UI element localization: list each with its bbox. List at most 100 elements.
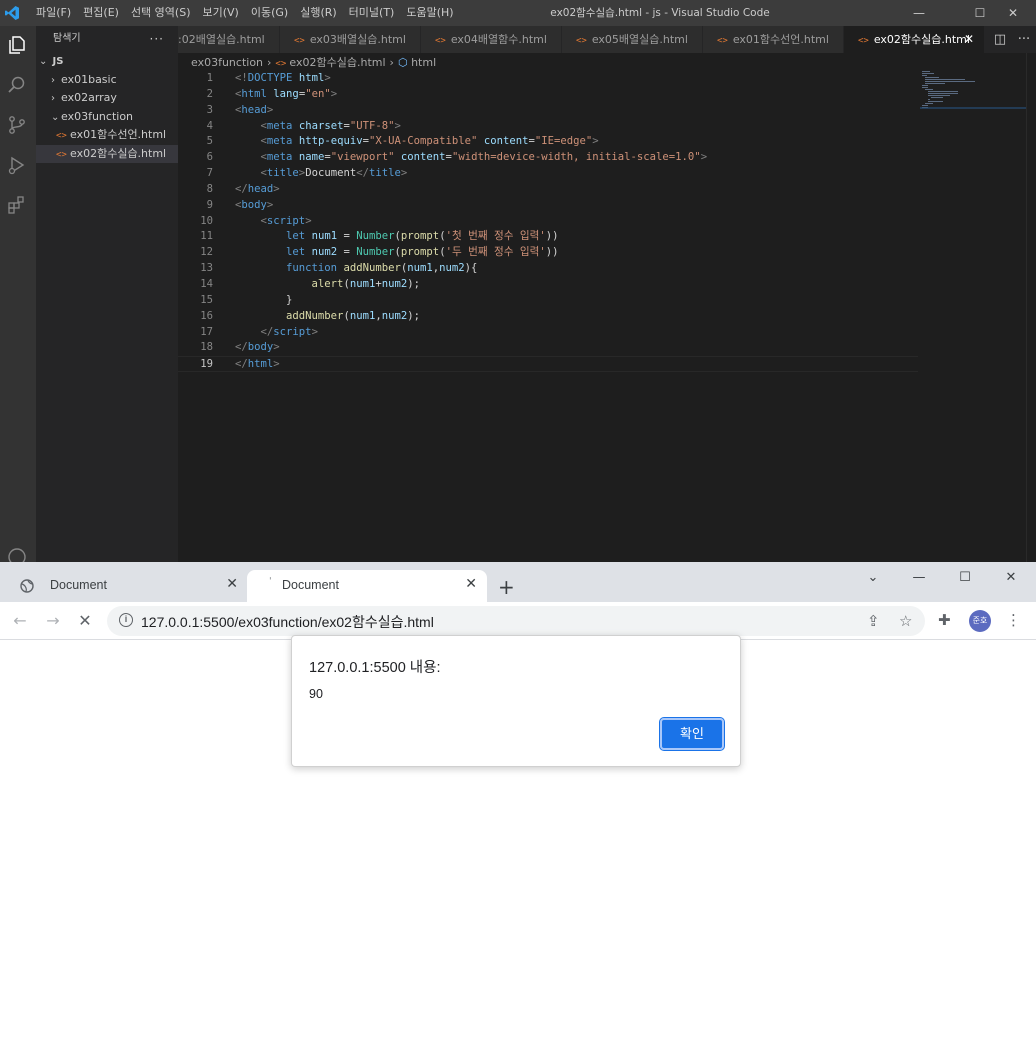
menu-item[interactable]: 터미널(T) (343, 0, 401, 26)
window-title: ex02함수실습.html - js - Visual Studio Code (550, 7, 770, 19)
tree-folder-item[interactable]: › ex02array (36, 89, 178, 108)
code-line: 7 <title>Document</title> (206, 167, 408, 180)
code-line: 2 <html lang="en"> (206, 87, 338, 100)
editor-tab[interactable]: <> ex03배열실습.html (280, 26, 421, 53)
browser-tab-strip: Document ✕ ˈ Document ✕ + ⌄ — ☐ ✕ (0, 562, 1036, 602)
code-line: 4 <meta charset="UTF-8"> (206, 119, 401, 132)
html-file-icon: <> (576, 36, 587, 46)
code-line: 14 alert(num1+num2); (200, 277, 421, 290)
code-editor[interactable]: 1 <!DOCTYPE html> 2 <html lang="en"> 3 <hea… (178, 71, 918, 373)
accounts-icon[interactable] (6, 546, 28, 562)
breadcrumb-folder[interactable]: ex03function (191, 56, 263, 69)
editor-tab-label: :02배열실습.html (178, 33, 265, 46)
close-tab-icon[interactable]: ✕ (465, 576, 477, 592)
explorer-icon[interactable] (6, 34, 28, 56)
menu-item[interactable]: 파일(F) (30, 0, 77, 26)
chevron-right-icon: › (51, 74, 55, 86)
editor-tab-active[interactable]: <> ex02함수실습.html ✕ (844, 26, 985, 53)
code-line: 8 </head> (206, 182, 280, 195)
editor-tabs: :02배열실습.html <> ex03배열실습.html <> ex04배열함수.ht… (178, 26, 1036, 53)
editor-tab[interactable]: :02배열실습.html (178, 26, 280, 53)
browser-tab[interactable]: Document ✕ (8, 570, 248, 602)
tab-search-icon[interactable]: ⌄ (850, 566, 896, 590)
minimap[interactable] (920, 70, 1026, 110)
minimize-button[interactable]: — (896, 0, 942, 26)
chevron-down-icon: ⌄ (51, 111, 60, 123)
html-file-icon: <> (858, 36, 869, 46)
editor-tab-label: ex03배열실습.html (309, 33, 406, 46)
html-file-icon: <> (294, 36, 305, 46)
code-line: 9 <body> (206, 198, 274, 211)
editor-tab[interactable]: <> ex01함수선언.html (703, 26, 844, 53)
share-icon[interactable]: ⇪ (867, 612, 880, 630)
menu-item[interactable]: 도움말(H) (400, 0, 459, 26)
editor-scrollbar[interactable] (1026, 53, 1036, 562)
split-editor-icon[interactable]: ◫ (994, 32, 1006, 47)
browser-tab-active[interactable]: ˈ Document ✕ (247, 570, 487, 602)
explorer-title: 탐색기 (53, 33, 81, 44)
workspace-root[interactable]: ⌄ JS (36, 52, 178, 71)
run-debug-icon[interactable] (6, 154, 28, 176)
tree-file-item[interactable]: <> ex01함수선언.html (36, 126, 178, 145)
breadcrumb-file[interactable]: ex02함수실습.html (289, 56, 385, 69)
activity-bar (0, 26, 36, 562)
minimize-button[interactable]: — (896, 566, 942, 590)
menu-kebab-icon[interactable]: ⋮ (1006, 611, 1021, 629)
editor-actions: ◫ ··· (988, 26, 1036, 53)
breadcrumb-symbol[interactable]: html (411, 56, 436, 69)
browser-window: Document ✕ ˈ Document ✕ + ⌄ — ☐ ✕ ← → ✕ … (0, 562, 1036, 1038)
workspace-root-label: JS (52, 56, 64, 67)
tree-file-item[interactable]: <> ex02함수실습.html (36, 144, 178, 163)
chevron-right-icon: › (51, 93, 55, 104)
extensions-icon[interactable] (6, 194, 28, 216)
tree-item-label: ex02array (61, 91, 117, 104)
tree-item-label: ex01함수선언.html (70, 128, 167, 141)
html-file-icon: <> (56, 131, 67, 141)
code-line: 6 <meta name="viewport" content="width=d… (206, 151, 708, 164)
tree-folder-item[interactable]: › ex01basic (36, 71, 178, 90)
new-tab-button[interactable]: + (498, 575, 515, 599)
search-icon[interactable] (6, 74, 28, 96)
menu-item[interactable]: 실행(R) (294, 0, 342, 26)
source-control-icon[interactable] (6, 114, 28, 136)
menu-item[interactable]: 이동(G) (245, 0, 294, 26)
ok-button[interactable]: 확인 (659, 717, 725, 751)
browser-tab-title: Document (50, 578, 107, 592)
editor-tab[interactable]: <> ex05배열실습.html (562, 26, 703, 53)
maximize-button[interactable]: ☐ (942, 566, 988, 590)
html-file-icon: <> (435, 36, 446, 46)
vscode-window: 파일(F) 편집(E) 선택 영역(S) 보기(V) 이동(G) 실행(R) 터미널(T) 도… (0, 0, 1036, 562)
url-text[interactable]: 127.0.0.1:5500/ex03function/ex02함수실습.htm… (141, 612, 434, 632)
menu-item[interactable]: 보기(V) (196, 0, 244, 26)
menu-item[interactable]: 편집(E) (77, 0, 125, 26)
menu-item[interactable]: 선택 영역(S) (125, 0, 197, 26)
code-line: 11 let num1 = Number(prompt('첫 번째 정수 입력'… (200, 230, 559, 243)
extensions-puzzle-icon[interactable]: ✚ (938, 611, 951, 629)
more-actions-icon[interactable]: ··· (150, 26, 164, 52)
forward-arrow-icon[interactable]: → (42, 610, 64, 632)
close-tab-icon[interactable]: ✕ (964, 26, 974, 53)
menu-bar: 파일(F) 편집(E) 선택 영역(S) 보기(V) 이동(G) 실행(R) 터미널(T) 도… (30, 0, 460, 26)
vscode-logo-icon (5, 6, 19, 20)
symbol-element-icon: ⬡ (397, 56, 408, 69)
globe-icon (20, 579, 34, 593)
more-editor-actions-icon[interactable]: ··· (1018, 32, 1030, 47)
alert-title: 127.0.0.1:5500 내용: (309, 660, 441, 676)
stop-loading-icon[interactable]: ✕ (74, 610, 96, 632)
tree-folder-item[interactable]: ⌄ ex03function (36, 108, 178, 127)
back-arrow-icon[interactable]: ← (9, 610, 31, 632)
avatar[interactable]: 준호 (969, 610, 991, 632)
address-bar[interactable]: i 127.0.0.1:5500/ex03function/ex02함수실습.h… (107, 606, 925, 636)
close-window-button[interactable]: ✕ (988, 566, 1034, 590)
close-window-button[interactable]: ✕ (990, 0, 1036, 26)
code-line: 18 </body> (200, 341, 280, 354)
editor-tab[interactable]: <> ex04배열함수.html (421, 26, 562, 53)
editor-tab-label: ex01함수선언.html (732, 33, 829, 46)
editor-tab-label: ex02함수실습.html (873, 33, 970, 46)
editor-tab-label: ex04배열함수.html (450, 33, 547, 46)
tree-item-label: ex02함수실습.html (70, 146, 167, 160)
bookmark-star-icon[interactable]: ☆ (899, 612, 912, 630)
close-tab-icon[interactable]: ✕ (226, 576, 238, 592)
site-info-icon[interactable]: i (119, 613, 133, 627)
editor-tab-label: ex05배열실습.html (591, 33, 688, 46)
